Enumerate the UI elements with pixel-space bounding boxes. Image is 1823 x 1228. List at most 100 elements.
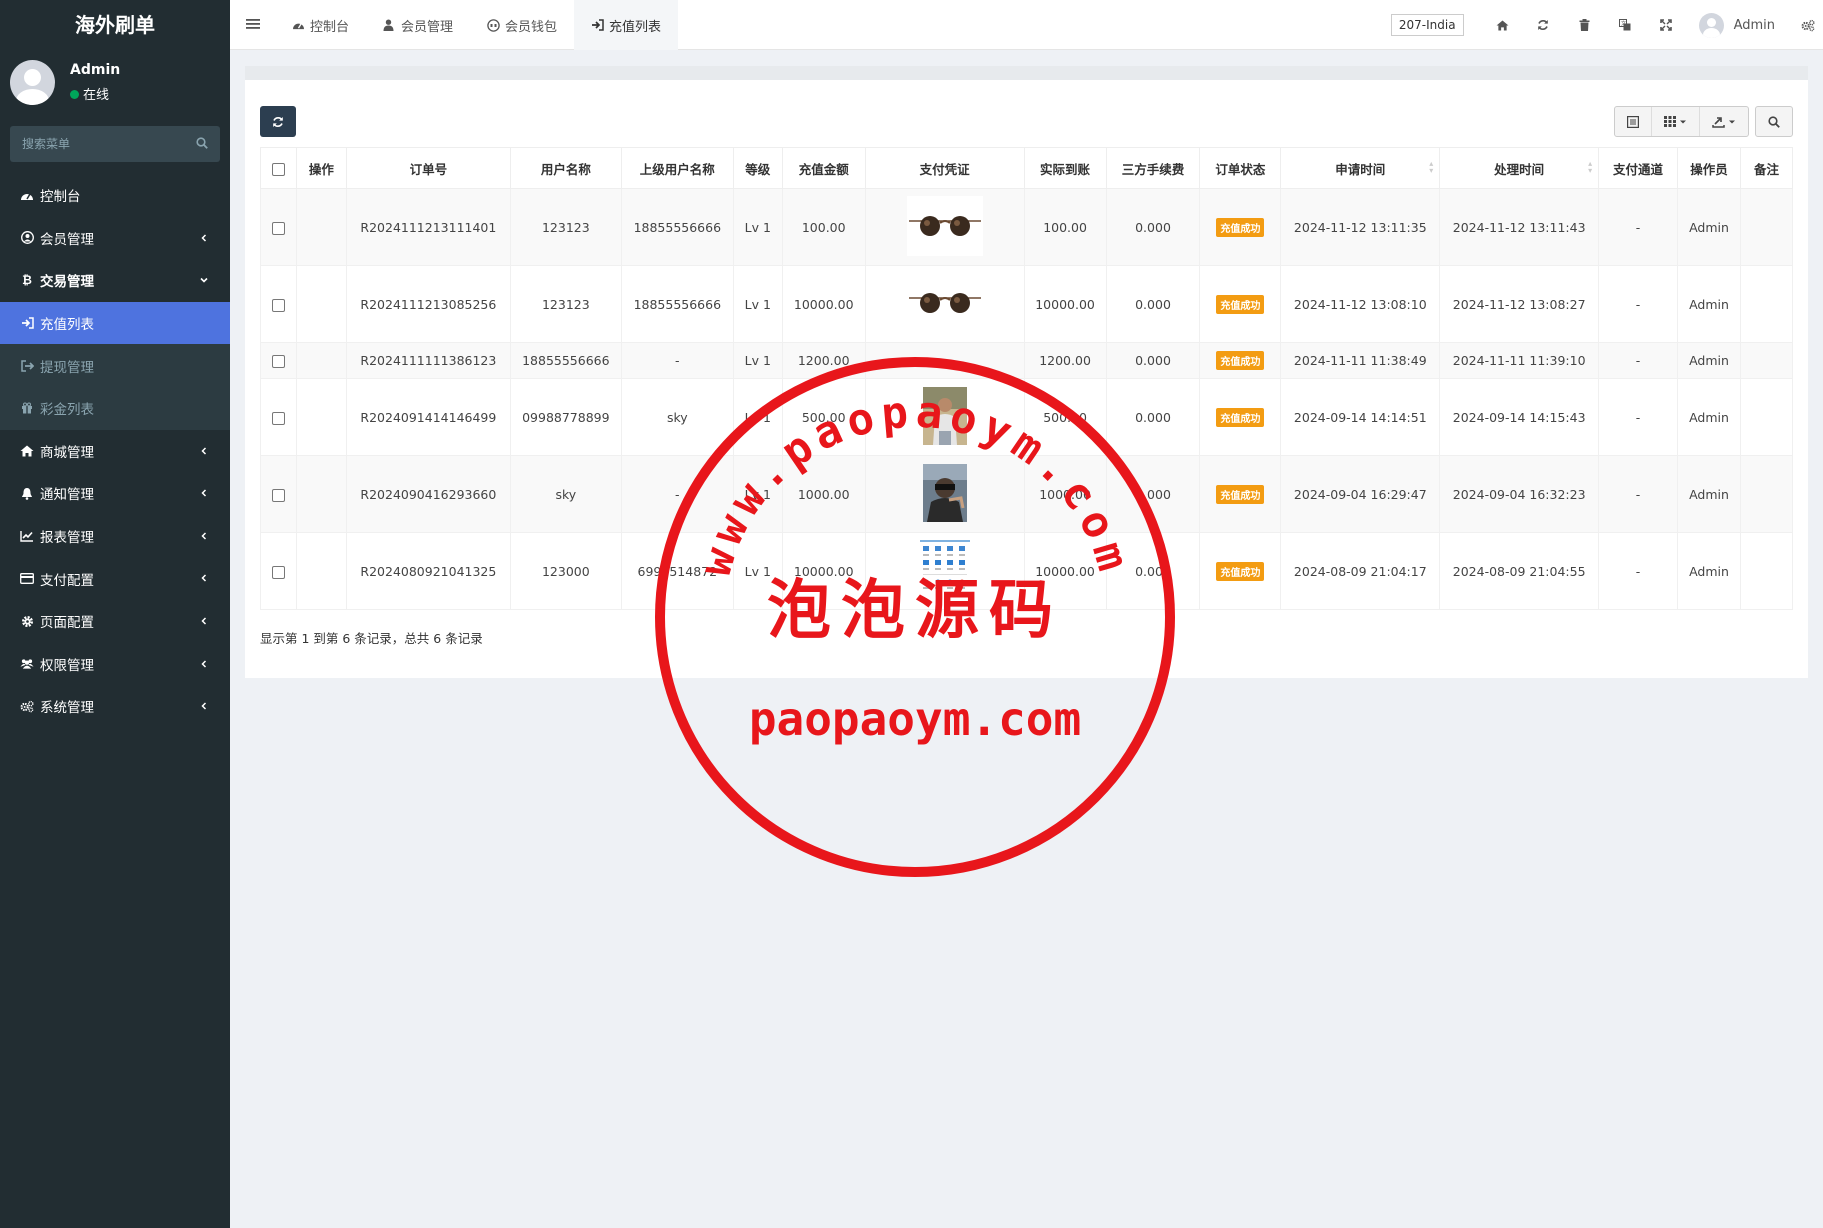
cell-proof <box>864 455 1025 533</box>
cell-status: 充值成功 <box>1199 188 1282 266</box>
table-refresh-button[interactable] <box>260 106 296 137</box>
row-checkbox[interactable] <box>271 221 285 235</box>
tab-members[interactable]: 会员管理 <box>366 0 470 50</box>
payment-proof-image[interactable] <box>906 195 983 259</box>
app-logo[interactable]: 海外刷单 <box>0 0 230 50</box>
cell-parent: 18855556666 <box>620 265 734 343</box>
cell-apply-time: 2024-11-12 13:08:10 <box>1280 265 1441 343</box>
table-row[interactable]: R2024111213085256 123123 18855556666 Lv 1 10… <box>260 265 1794 343</box>
cell-op <box>295 188 347 266</box>
tab-recharge-list[interactable]: 充值列表 <box>574 0 679 50</box>
cell-remark <box>1739 265 1794 343</box>
clear-cache-button[interactable] <box>1564 0 1605 50</box>
cell-op <box>295 378 347 456</box>
col-apply-time[interactable]: 申请时间 <box>1280 147 1441 189</box>
cell-operator: Admin <box>1677 342 1741 379</box>
sidebar-item-recharge-list[interactable]: 充值列表 <box>0 301 230 345</box>
cell-arrived: 100.00 <box>1023 188 1107 266</box>
sidebar-item-withdraw[interactable]: 提现管理 <box>0 344 230 387</box>
col-op: 操作 <box>295 147 347 189</box>
sidebar-item-permission[interactable]: 权限管理 <box>0 643 230 686</box>
sidebar-item-bonus[interactable]: 彩金列表 <box>0 386 230 430</box>
payment-proof-image[interactable] <box>922 386 967 448</box>
cell-username: 123123 <box>509 188 622 266</box>
row-checkbox[interactable] <box>271 565 285 579</box>
row-select-cell <box>260 342 297 379</box>
tab-member-wallet[interactable]: 会员钱包 <box>470 0 574 50</box>
cell-order-no: R2024111213111401 <box>345 188 511 266</box>
cell-fee: 0.000 <box>1105 188 1201 266</box>
col-process-time[interactable]: 处理时间 <box>1439 147 1600 189</box>
table-row[interactable]: R2024090416293660 sky - Lv 1 1000.00 1000.00 0… <box>260 455 1794 533</box>
search-icon[interactable] <box>196 137 208 149</box>
cogs-icon <box>20 699 34 713</box>
dashboard-icon <box>292 19 305 32</box>
col-level: 等级 <box>732 147 783 189</box>
fullscreen-button[interactable] <box>1646 0 1687 50</box>
navbar-user-menu[interactable]: Admin <box>1698 12 1775 38</box>
sidebar-item-notice[interactable]: 通知管理 <box>0 472 230 515</box>
cell-parent: - <box>620 342 734 379</box>
cell-channel: - <box>1598 455 1678 533</box>
refresh-button[interactable] <box>1523 0 1564 50</box>
home-button[interactable] <box>1482 0 1523 50</box>
table-row[interactable]: R2024080921041325 123000 6999514872 Lv 1 100… <box>260 532 1794 610</box>
line-chart-icon <box>20 529 34 543</box>
tab-dashboard[interactable]: 控制台 <box>275 0 366 50</box>
cell-operator: Admin <box>1677 455 1741 533</box>
table-body: R2024111213111401 123123 18855556666 Lv 1 10… <box>260 188 1794 610</box>
chevron-down-icon <box>200 278 208 283</box>
cell-apply-time: 2024-09-04 16:29:47 <box>1280 455 1441 533</box>
cell-order-no: R2024111111386123 <box>345 342 511 379</box>
top-navbar: 控制台 会员管理 会员钱包 充值列表 207-India 文 Admin <box>230 0 1823 50</box>
nav-tabs: 控制台 会员管理 会员钱包 充值列表 <box>275 0 679 50</box>
cell-remark <box>1739 342 1794 379</box>
export-icon <box>1712 116 1725 128</box>
table-row[interactable]: R2024091414146499 09988778899 sky Lv 1 500.0… <box>260 378 1794 456</box>
sidebar-search-input[interactable] <box>10 126 220 162</box>
sidebar-item-system[interactable]: 系统管理 <box>0 685 230 728</box>
row-checkbox[interactable] <box>271 488 285 502</box>
payment-proof-image[interactable] <box>922 463 967 525</box>
sidebar-item-label: 报表管理 <box>40 530 94 547</box>
row-checkbox[interactable] <box>271 355 285 368</box>
toggle-view-button[interactable] <box>1615 107 1652 136</box>
columns-button[interactable] <box>1652 107 1700 136</box>
payment-proof-image[interactable] <box>919 539 970 603</box>
sidebar-item-label: 彩金列表 <box>40 402 94 419</box>
language-button[interactable]: 文 <box>1605 0 1646 50</box>
payment-proof-image[interactable] <box>906 272 983 336</box>
cell-proof <box>864 342 1025 379</box>
settings-button[interactable] <box>1793 0 1823 50</box>
table-row[interactable]: R2024111213111401 123123 18855556666 Lv 1 10… <box>260 188 1794 266</box>
cell-process-time: 2024-11-12 13:08:27 <box>1439 265 1600 343</box>
export-button[interactable] <box>1700 107 1748 136</box>
svg-text:文: 文 <box>1621 20 1626 27</box>
sidebar-item-members[interactable]: 会员管理 <box>0 217 230 260</box>
cell-status: 充值成功 <box>1199 378 1282 456</box>
home-icon <box>1496 19 1509 31</box>
sidebar-item-report[interactable]: 报表管理 <box>0 515 230 558</box>
cog-icon <box>20 614 34 628</box>
select-all-checkbox[interactable] <box>271 162 285 176</box>
sidebar-item-page-config[interactable]: 页面配置 <box>0 600 230 643</box>
caret-down-icon <box>1729 120 1735 123</box>
table-header-row: 操作 订单号 用户名称 上级用户名称 等级 充值金额 支付凭证 实际到账 三方手… <box>260 147 1794 189</box>
sidebar-item-payment[interactable]: 支付配置 <box>0 557 230 600</box>
row-checkbox[interactable] <box>271 411 285 425</box>
search-button[interactable] <box>1756 107 1792 136</box>
row-checkbox[interactable] <box>271 298 285 312</box>
table-row[interactable]: R2024111111386123 18855556666- Lv 1 1200.00… <box>260 342 1794 379</box>
chevron-left-icon <box>201 617 207 625</box>
cell-proof <box>864 265 1025 343</box>
cell-process-time: 2024-11-11 11:39:10 <box>1439 342 1600 379</box>
sidebar-item-dashboard[interactable]: 控制台 <box>0 174 230 217</box>
col-parent: 上级用户名称 <box>620 147 734 189</box>
sidebar-item-shop[interactable]: 商城管理 <box>0 430 230 473</box>
menu-toggle-icon[interactable] <box>246 18 260 30</box>
sign-out-icon <box>20 359 34 373</box>
sidebar-item-trade[interactable]: ₿ 交易管理 <box>0 259 230 302</box>
region-selector[interactable]: 207-India <box>1390 14 1464 36</box>
cell-proof <box>864 378 1025 456</box>
cell-arrived: 1000.00 <box>1023 455 1107 533</box>
